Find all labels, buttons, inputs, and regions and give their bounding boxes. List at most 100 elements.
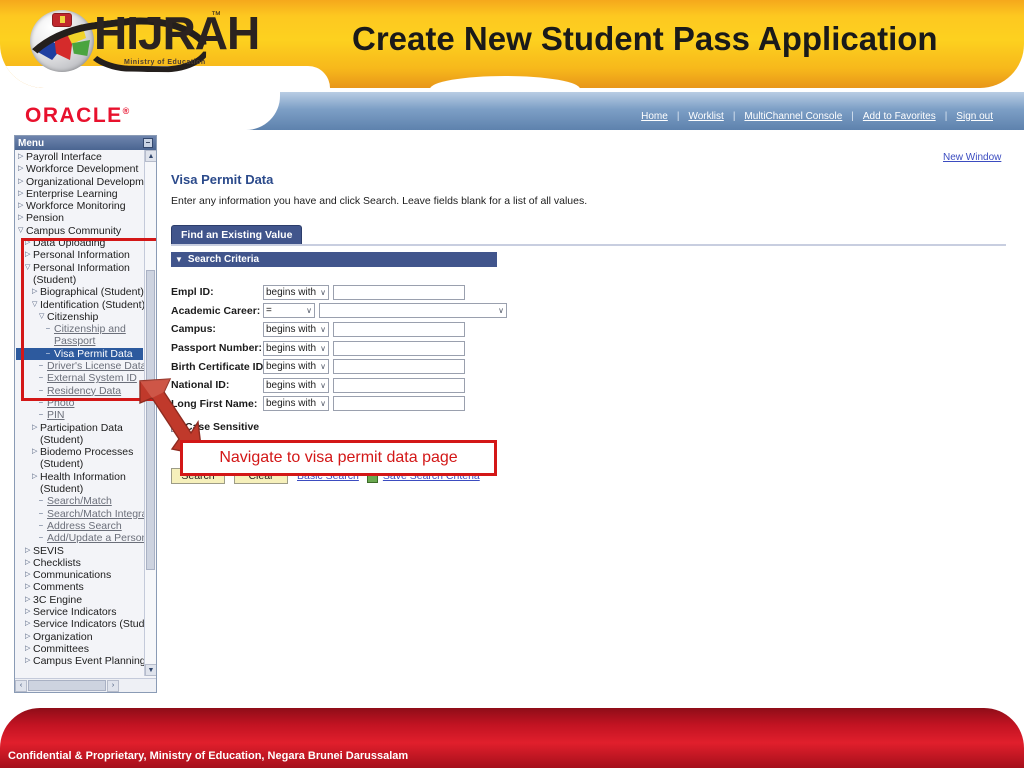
operator-select[interactable]: begins with ∨ (263, 377, 329, 393)
hscrollbar-thumb[interactable] (28, 680, 106, 691)
twisty-icon[interactable]: ▽ (25, 262, 33, 274)
nav-link-add-to-favorites[interactable]: Add to Favorites (854, 111, 945, 122)
sidebar-item-pin[interactable]: – PIN (16, 409, 143, 421)
sidebar-item-communications[interactable]: ▷ Communications (16, 569, 143, 581)
sidebar-item-personal-information[interactable]: ▷ Personal Information (16, 249, 143, 261)
sidebar-item-identification-student[interactable]: ▽ Identification (Student) (16, 299, 145, 311)
twisty-icon[interactable]: ▷ (25, 606, 33, 618)
sidebar-item-campus-event-planning[interactable]: ▷ Campus Event Planning (16, 655, 146, 667)
value-input[interactable] (333, 359, 465, 375)
twisty-icon[interactable]: – (39, 409, 47, 421)
twisty-icon[interactable]: ▷ (25, 631, 33, 643)
twisty-icon[interactable]: ▷ (18, 200, 26, 212)
hscroll-left-arrow-icon[interactable]: ‹ (15, 679, 27, 692)
nav-link-worklist[interactable]: Worklist (679, 111, 732, 122)
sidebar-item-pension[interactable]: ▷ Pension (16, 212, 143, 224)
twisty-icon[interactable]: ▷ (18, 176, 26, 188)
operator-select[interactable]: begins with ∨ (263, 340, 329, 356)
collapse-triangle-icon[interactable]: ▼ (175, 255, 183, 264)
twisty-icon[interactable]: ▷ (18, 188, 26, 200)
sidebar-item-biodemo-processes-student[interactable]: ▷ Biodemo Processes (Student) (16, 446, 143, 471)
nav-link-multichannel-console[interactable]: MultiChannel Console (735, 111, 851, 122)
sidebar-item-citizenship[interactable]: ▽ Citizenship (16, 311, 143, 323)
twisty-icon[interactable]: ▷ (25, 557, 33, 569)
twisty-icon[interactable]: ▽ (39, 311, 47, 323)
twisty-icon[interactable]: – (39, 372, 47, 384)
collapse-menu-button[interactable]: – (143, 138, 153, 148)
sidebar-item-campus-community[interactable]: ▽ Campus Community (16, 225, 143, 237)
tab-find-existing-value[interactable]: Find an Existing Value (171, 225, 303, 245)
sidebar-item-organizational-development[interactable]: ▷ Organizational Development (16, 176, 156, 188)
twisty-icon[interactable]: ▷ (32, 286, 40, 298)
operator-select[interactable]: begins with ∨ (263, 321, 329, 337)
chevron-down-icon[interactable]: ∨ (306, 306, 312, 315)
sidebar-item-add-update-a-person[interactable]: – Add/Update a Person (16, 532, 147, 544)
operator-select[interactable]: begins with ∨ (263, 284, 329, 300)
value-input[interactable] (333, 377, 465, 393)
twisty-icon[interactable]: ▷ (18, 163, 26, 175)
chevron-down-icon[interactable]: ∨ (498, 306, 504, 315)
nav-link-home[interactable]: Home (632, 111, 677, 122)
sidebar-item-enterprise-learning[interactable]: ▷ Enterprise Learning (16, 188, 143, 200)
value-input[interactable] (333, 284, 465, 300)
twisty-icon[interactable]: – (39, 385, 47, 397)
sidebar-item-driver-s-license-data[interactable]: – Driver's License Data (16, 360, 146, 372)
sidebar-item-search-match-integrated[interactable]: – Search/Match Integrated (16, 508, 156, 520)
sidebar-item-payroll-interface[interactable]: ▷ Payroll Interface (16, 151, 143, 163)
value-input[interactable] (333, 340, 465, 356)
twisty-icon[interactable]: – (39, 495, 47, 507)
sidebar-item-personal-information-student[interactable]: ▽ Personal Information (Student) (16, 262, 143, 287)
value-input[interactable] (333, 396, 465, 412)
hscroll-right-arrow-icon[interactable]: › (107, 679, 119, 692)
chevron-down-icon[interactable]: ∨ (320, 381, 326, 390)
twisty-icon[interactable]: ▷ (25, 581, 33, 593)
sidebar-item-address-search[interactable]: – Address Search (16, 520, 143, 532)
twisty-icon[interactable]: ▷ (25, 643, 33, 655)
sidebar-item-residency-data[interactable]: – Residency Data (16, 385, 143, 397)
value-input[interactable] (333, 321, 465, 337)
twisty-icon[interactable]: ▷ (25, 655, 33, 667)
twisty-icon[interactable]: ▷ (25, 249, 33, 261)
value-select[interactable]: ∨ (319, 303, 507, 319)
twisty-icon[interactable]: – (46, 348, 54, 360)
sidebar-item-checklists[interactable]: ▷ Checklists (16, 557, 143, 569)
chevron-down-icon[interactable]: ∨ (320, 288, 326, 297)
twisty-icon[interactable]: – (39, 397, 47, 409)
twisty-icon[interactable]: – (39, 360, 47, 372)
sidebar-item-biographical-student[interactable]: ▷ Biographical (Student) (16, 286, 144, 298)
sidebar-item-3c-engine[interactable]: ▷ 3C Engine (16, 594, 143, 606)
twisty-icon[interactable]: ▷ (18, 151, 26, 163)
twisty-icon[interactable]: ▷ (25, 237, 33, 249)
twisty-icon[interactable]: ▽ (32, 299, 40, 311)
sidebar-item-workforce-monitoring[interactable]: ▷ Workforce Monitoring (16, 200, 143, 212)
chevron-down-icon[interactable]: ∨ (320, 344, 326, 353)
sidebar-item-service-indicators[interactable]: ▷ Service Indicators (16, 606, 143, 618)
sidebar-item-citizenship-and-passport[interactable]: – Citizenship and Passport (16, 323, 143, 348)
twisty-icon[interactable]: ▷ (18, 212, 26, 224)
sidebar-item-committees[interactable]: ▷ Committees (16, 643, 143, 655)
twisty-icon[interactable]: ▷ (32, 422, 40, 434)
sidebar-item-participation-data-student[interactable]: ▷ Participation Data (Student) (16, 422, 143, 447)
sidebar-item-comments[interactable]: ▷ Comments (16, 581, 143, 593)
sidebar-item-health-information-student[interactable]: ▷ Health Information (Student) (16, 471, 143, 496)
sidebar-item-visa-permit-data[interactable]: – Visa Permit Data (16, 347, 143, 361)
operator-select[interactable]: begins with ∨ (263, 359, 329, 375)
operator-select[interactable]: = ∨ (263, 303, 315, 319)
twisty-icon[interactable]: – (39, 508, 47, 520)
sidebar-item-search-match[interactable]: – Search/Match (16, 495, 143, 507)
scroll-up-arrow-icon[interactable]: ▲ (145, 150, 156, 162)
operator-select[interactable]: begins with ∨ (263, 396, 329, 412)
sidebar-item-external-system-id[interactable]: – External System ID (16, 372, 143, 384)
twisty-icon[interactable]: ▷ (25, 569, 33, 581)
twisty-icon[interactable]: ▷ (32, 446, 40, 458)
twisty-icon[interactable]: ▷ (25, 545, 33, 557)
search-criteria-header[interactable]: ▼ Search Criteria (171, 252, 497, 267)
twisty-icon[interactable]: ▷ (32, 471, 40, 483)
scroll-down-arrow-icon[interactable]: ▼ (145, 664, 156, 676)
nav-link-sign-out[interactable]: Sign out (947, 111, 1002, 122)
new-window-link[interactable]: New Window (943, 152, 1001, 163)
chevron-down-icon[interactable]: ∨ (320, 362, 326, 371)
sidebar-item-photo[interactable]: – Photo (16, 397, 143, 409)
twisty-icon[interactable]: ▷ (25, 594, 33, 606)
sidebar-item-organization[interactable]: ▷ Organization (16, 631, 143, 643)
